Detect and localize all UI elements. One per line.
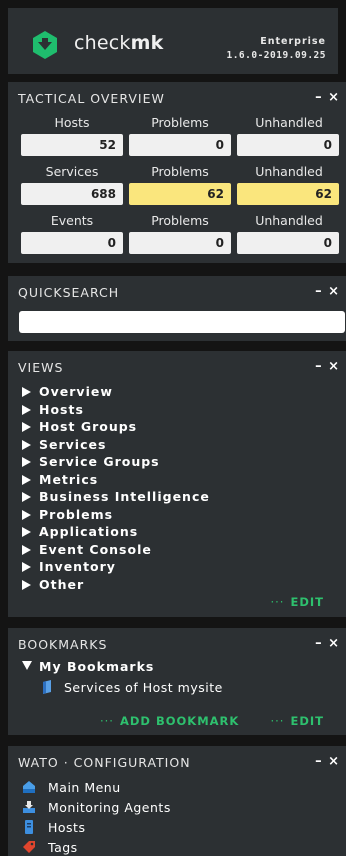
snapin-controls: – ×	[315, 636, 340, 651]
quicksearch-input[interactable]	[19, 311, 345, 333]
add-bookmark-link[interactable]: ··· ADD BOOKMARK	[100, 714, 239, 728]
view-item-overview[interactable]: Overview	[22, 384, 113, 399]
bookmarks-snapin: BOOKMARKS – × My Bookmarks Services of H…	[8, 628, 346, 735]
expand-arrow-icon	[22, 457, 31, 467]
expand-arrow-icon	[22, 544, 31, 555]
col-header-unhandled[interactable]: Unhandled	[237, 164, 341, 179]
close-icon[interactable]: ×	[328, 359, 340, 374]
bookmarks-edit-link[interactable]: ··· EDIT	[271, 714, 325, 728]
wato-item-main-menu[interactable]: Main Menu	[22, 780, 121, 795]
close-icon[interactable]: ×	[328, 284, 340, 299]
close-icon[interactable]: ×	[328, 636, 340, 651]
hosts-unhandled-count[interactable]: 0	[237, 134, 339, 156]
close-icon[interactable]: ×	[328, 754, 340, 769]
expand-arrow-icon	[22, 387, 31, 397]
bookmark-entry[interactable]: Services of Host mysite	[40, 680, 223, 695]
col-header-events[interactable]: Events	[20, 213, 124, 228]
tag-icon	[23, 841, 35, 853]
events-problems-count[interactable]: 0	[129, 232, 231, 254]
checkmk-logo-icon[interactable]	[30, 30, 60, 60]
col-header-services[interactable]: Services	[20, 164, 124, 179]
expand-arrow-icon	[22, 527, 31, 537]
version-label: 1.6.0-2019.09.25	[226, 50, 326, 61]
snapin-title[interactable]: WATO · CONFIGURATION	[18, 755, 191, 770]
expand-arrow-icon	[22, 474, 31, 485]
snapin-controls: – ×	[315, 754, 340, 769]
expand-arrow-icon	[22, 562, 31, 572]
services-unhandled-count[interactable]: 62	[237, 183, 339, 205]
wato-item-hosts[interactable]: Hosts	[22, 820, 85, 835]
services-problems-count[interactable]: 62	[129, 183, 231, 205]
expand-arrow-icon	[22, 509, 31, 520]
views-snapin: VIEWS – × Overview Hosts Host Groups Ser…	[8, 351, 346, 617]
view-item-event-console[interactable]: Event Console	[22, 542, 152, 557]
col-header-hosts[interactable]: Hosts	[20, 115, 124, 130]
snapin-title[interactable]: TACTICAL OVERVIEW	[18, 91, 165, 106]
home-icon	[23, 781, 35, 793]
view-item-host-groups[interactable]: Host Groups	[22, 419, 137, 434]
expand-arrow-icon	[22, 422, 31, 432]
view-item-inventory[interactable]: Inventory	[22, 559, 116, 574]
snapin-controls: – ×	[315, 359, 340, 374]
minimize-icon[interactable]: –	[315, 636, 323, 651]
host-icon	[25, 820, 33, 834]
expand-arrow-icon	[22, 579, 31, 590]
wato-configuration-snapin: WATO · CONFIGURATION – × Main Menu Monit…	[8, 746, 346, 856]
expand-arrow-icon	[22, 404, 31, 415]
snapin-title[interactable]: QUICKSEARCH	[18, 285, 119, 300]
view-item-services[interactable]: Services	[22, 437, 106, 452]
snapin-controls: – ×	[315, 284, 340, 299]
sidebar-header: checkmk Enterprise 1.6.0-2019.09.25	[8, 8, 338, 74]
quicksearch-snapin: QUICKSEARCH – ×	[8, 276, 346, 341]
col-header-problems[interactable]: Problems	[128, 213, 232, 228]
download-icon	[23, 801, 35, 813]
view-item-metrics[interactable]: Metrics	[22, 472, 98, 487]
minimize-icon[interactable]: –	[315, 90, 323, 105]
services-count[interactable]: 688	[21, 183, 123, 205]
edition-label: Enterprise	[260, 36, 326, 47]
close-icon[interactable]: ×	[328, 90, 340, 105]
bookmark-group-my-bookmarks[interactable]: My Bookmarks	[22, 659, 154, 674]
view-item-hosts[interactable]: Hosts	[22, 402, 84, 417]
hosts-problems-count[interactable]: 0	[129, 134, 231, 156]
view-item-other[interactable]: Other	[22, 577, 84, 592]
expand-arrow-icon	[22, 439, 31, 450]
view-item-problems[interactable]: Problems	[22, 507, 113, 522]
events-count[interactable]: 0	[21, 232, 123, 254]
col-header-unhandled[interactable]: Unhandled	[237, 213, 341, 228]
brand-name: checkmk	[74, 32, 164, 54]
wato-item-tags[interactable]: Tags	[22, 840, 78, 855]
view-item-service-groups[interactable]: Service Groups	[22, 454, 160, 469]
col-header-problems[interactable]: Problems	[128, 164, 232, 179]
view-item-business-intelligence[interactable]: Business Intelligence	[22, 489, 210, 504]
minimize-icon[interactable]: –	[315, 359, 323, 374]
tactical-overview-snapin: TACTICAL OVERVIEW – × Hosts Problems Unh…	[8, 82, 346, 263]
collapse-arrow-icon	[22, 661, 32, 670]
events-unhandled-count[interactable]: 0	[237, 232, 339, 254]
snapin-controls: – ×	[315, 90, 340, 105]
edition-info: Enterprise 1.6.0-2019.09.25	[226, 35, 326, 63]
snapin-title[interactable]: VIEWS	[18, 360, 63, 375]
views-edit-link[interactable]: ··· EDIT	[271, 595, 325, 609]
hosts-count[interactable]: 52	[21, 134, 123, 156]
bookmark-icon	[43, 680, 51, 694]
col-header-problems[interactable]: Problems	[128, 115, 232, 130]
wato-item-monitoring-agents[interactable]: Monitoring Agents	[22, 800, 171, 815]
minimize-icon[interactable]: –	[315, 754, 323, 769]
expand-arrow-icon	[22, 492, 31, 502]
view-item-applications[interactable]: Applications	[22, 524, 138, 539]
snapin-title[interactable]: BOOKMARKS	[18, 637, 107, 652]
minimize-icon[interactable]: –	[315, 284, 323, 299]
col-header-unhandled[interactable]: Unhandled	[237, 115, 341, 130]
